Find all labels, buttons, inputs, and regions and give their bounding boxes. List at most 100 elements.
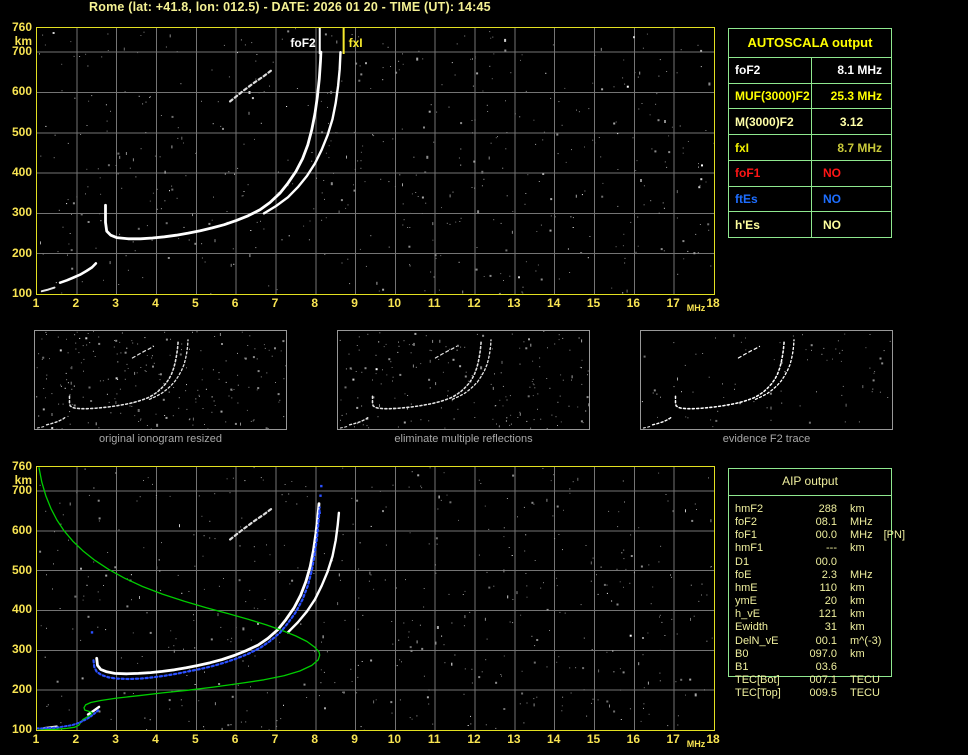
- y-axis-tick-label: 600: [11, 522, 32, 537]
- x-axis-tick-label: 8: [311, 732, 319, 746]
- x-axis-tick-label: 2: [72, 732, 80, 746]
- autoscala-table-rows: foF2 8.1 MHz MUF(3000)F2 25.3 MHz M(3000)F2 3…: [729, 58, 891, 238]
- thumbnail-caption-evidence: evidence F2 trace: [722, 433, 811, 445]
- autoscala-output-table: AUTOSCALA output foF2 8.1 MHz MUF(3000)F2 2…: [728, 28, 892, 238]
- y-axis-tick-label: 300: [11, 205, 32, 220]
- thumbnail-original-canvas: [36, 331, 287, 430]
- aip-row-hme: hmE 110 km: [735, 582, 965, 595]
- thumbnail-evidence-canvas: [641, 333, 891, 429]
- aip-row-unit: MHz: [850, 529, 873, 542]
- x-axis-tick-label: 9: [351, 732, 358, 746]
- bottom-ionogram-canvas: [37, 467, 714, 730]
- autoscala-row-label: h'Es: [729, 212, 812, 238]
- x-axis-tick-label: 16: [626, 296, 641, 310]
- aip-row-value: 121: [818, 608, 837, 621]
- x-axis-tick-label: 7: [271, 296, 279, 310]
- aip-row-unit: km: [850, 503, 865, 515]
- aip-row-value: 03.6: [815, 660, 837, 673]
- x-axis-unit-label: MHz: [686, 303, 706, 313]
- y-axis-tick-label: 200: [11, 245, 32, 260]
- autoscala-row-label: fxI: [729, 135, 812, 160]
- aip-row-label: B1: [735, 660, 749, 673]
- aip-row-delnve: DelN_vE 00.1 m^(-3): [735, 635, 965, 648]
- aip-row-label: TEC[Top]: [735, 687, 781, 700]
- thumbnail-eliminate-reflections: [337, 330, 590, 431]
- autoscala-row-label: foF2: [729, 58, 812, 83]
- aip-row-label: ymE: [735, 595, 757, 608]
- page-title: Rome (lat: +41.8, lon: 012.5) - DATE: 20…: [89, 0, 491, 14]
- autoscala-row-label: MUF(3000)F2: [729, 83, 812, 109]
- aip-row-label: foF1: [735, 529, 758, 542]
- aip-row-unit: km: [850, 647, 865, 660]
- aip-table-header: AIP output: [729, 469, 891, 496]
- aip-row-unit: km: [850, 581, 865, 594]
- aip-row-value: 007.1: [809, 673, 837, 686]
- aip-row-value: 288: [818, 503, 837, 515]
- aip-row-value: ---: [826, 542, 837, 555]
- thumbnail-eliminate-canvas: [339, 331, 589, 431]
- aip-row-fof1: foF1 00.0 MHz [PN]: [735, 529, 965, 542]
- aip-row-value: 08.1: [815, 516, 837, 529]
- aip-row-label: B0: [735, 647, 749, 660]
- thumbnail-original-ionogram: [34, 330, 287, 430]
- x-axis-tick-label: 2: [72, 296, 80, 310]
- autoscala-row-value: 8.7 MHz: [837, 140, 882, 155]
- thumbnail-caption-original: original ionogram resized: [99, 433, 222, 445]
- autoscala-row-muf3000f2: MUF(3000)F2 25.3 MHz: [729, 83, 891, 110]
- aip-row-foe: foE 2.3 MHz: [735, 569, 965, 582]
- x-axis-tick-label: 7: [271, 732, 279, 746]
- x-axis-tick-label: 1: [32, 296, 40, 310]
- y-axis-tick-label: 600: [11, 84, 32, 99]
- autoscala-row-value: NO: [823, 166, 841, 181]
- aip-row-value: 00.0: [815, 529, 837, 542]
- x-axis-tick-label: 3: [112, 732, 119, 746]
- aip-row-value: 110: [819, 581, 837, 594]
- x-axis-tick-label: 3: [112, 296, 119, 310]
- y-axis-tick-label: 300: [11, 642, 32, 657]
- aip-row-value: 31: [824, 621, 837, 634]
- x-axis-tick-label: 8: [311, 296, 319, 310]
- x-axis-unit-label: MHz: [686, 739, 706, 749]
- autoscala-row-fof1: foF1 NO: [729, 160, 891, 187]
- y-axis-tick-label: 400: [11, 602, 32, 617]
- x-axis-tick-label: 11: [427, 296, 441, 310]
- aip-row-unit: TECU: [850, 673, 880, 686]
- autoscala-row-fof2: foF2 8.1 MHz: [729, 58, 891, 84]
- x-axis-tick-label: 4: [152, 732, 159, 746]
- autoscala-row-label: foF1: [729, 160, 812, 186]
- autoscala-row-value: NO: [823, 191, 841, 206]
- y-axis-unit-label: km: [14, 34, 32, 48]
- aip-row-hmf1: hmF1 --- km: [735, 542, 965, 555]
- x-axis-tick-label: 10: [387, 296, 402, 310]
- autoscala-row-label: ftEs: [729, 186, 812, 212]
- x-axis-tick-label: 13: [507, 296, 521, 310]
- y-axis-tick-label: 400: [11, 165, 32, 180]
- fxi-marker-label: fxI: [348, 36, 363, 50]
- autoscala-row-hes: h'Es NO: [729, 212, 891, 238]
- fof2-marker-label: foF2: [290, 36, 316, 50]
- aip-row-value: 00.1: [815, 634, 837, 647]
- aip-row-unit: MHz: [850, 516, 873, 529]
- aip-output-table: AIP output hmF2 288 km foF2 08.1 MHz foF1 00.0 M…: [728, 468, 905, 699]
- thumbnail-evidence-f2: [640, 330, 893, 430]
- y-axis-tick-label: 760: [11, 459, 32, 473]
- aip-row-value: 00.0: [815, 555, 837, 568]
- aip-row-hmf2: hmF2 288 km: [735, 503, 965, 516]
- x-axis-tick-label: 11: [427, 732, 441, 746]
- y-axis-unit-label: km: [14, 473, 32, 487]
- aip-row-b1: B1 03.6: [735, 661, 965, 674]
- thumbnail-caption-eliminate: eliminate multiple reflections: [394, 433, 533, 445]
- x-axis-tick-label: 5: [191, 296, 199, 310]
- aip-row-unit: km: [850, 595, 865, 608]
- aip-row-label: h_vE: [735, 608, 761, 621]
- autoscala-row-ftes: ftEs NO: [729, 186, 891, 213]
- y-axis-tick-label: 200: [11, 682, 32, 697]
- x-axis-tick-label: 13: [507, 732, 521, 746]
- autoscala-output-screen: Rome (lat: +41.8, lon: 012.5) - DATE: 20…: [0, 0, 968, 755]
- aip-row-label: foF2: [735, 516, 758, 529]
- x-axis-tick-label: 1: [32, 732, 40, 746]
- aip-row-unit: km: [850, 608, 865, 621]
- x-axis-tick-label: 5: [191, 732, 199, 746]
- x-axis-tick-label: 15: [586, 296, 601, 310]
- y-axis-tick-label: 500: [11, 562, 32, 577]
